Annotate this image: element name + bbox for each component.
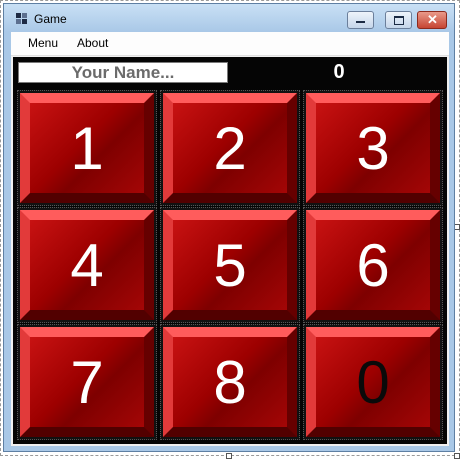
tile-6[interactable]: 6 <box>303 207 443 323</box>
game-panel: 0 1 2 3 4 <box>13 57 447 444</box>
app-icon <box>16 13 27 24</box>
tile-number: 0 <box>356 348 390 416</box>
minimize-button[interactable] <box>347 11 374 29</box>
tile-8[interactable]: 8 <box>160 324 300 440</box>
maximize-button[interactable] <box>385 11 412 29</box>
tile-number: 5 <box>213 231 247 299</box>
player-name-input[interactable] <box>18 62 228 83</box>
menu-bar: Menu About <box>11 32 449 56</box>
title-bar[interactable]: Game ✕ <box>4 4 454 32</box>
client-area: Menu About 0 1 2 3 <box>11 32 449 446</box>
tile-3[interactable]: 3 <box>303 90 443 206</box>
tile-1[interactable]: 1 <box>17 90 157 206</box>
menu-item-menu[interactable]: Menu <box>28 36 58 50</box>
tile-4[interactable]: 4 <box>17 207 157 323</box>
maximize-icon <box>394 16 404 25</box>
tile-5[interactable]: 5 <box>160 207 300 323</box>
tile-0-empty[interactable]: 0 <box>303 324 443 440</box>
close-icon: ✕ <box>427 12 438 27</box>
menu-item-about[interactable]: About <box>77 36 108 50</box>
tile-number: 1 <box>70 114 104 182</box>
resize-grip-bottom[interactable] <box>226 453 232 459</box>
tile-number: 8 <box>213 348 247 416</box>
tile-number: 6 <box>356 231 390 299</box>
close-button[interactable]: ✕ <box>417 11 447 29</box>
tile-number: 7 <box>70 348 104 416</box>
tile-number: 2 <box>213 114 247 182</box>
minimize-icon <box>356 21 365 23</box>
score-display: 0 <box>333 61 345 83</box>
window-title: Game <box>34 12 67 26</box>
resize-grip-corner[interactable] <box>454 453 460 459</box>
tile-7[interactable]: 7 <box>17 324 157 440</box>
game-window: Game ✕ Menu About 0 1 2 <box>3 3 455 452</box>
tile-2[interactable]: 2 <box>160 90 300 206</box>
tile-number: 4 <box>70 231 104 299</box>
puzzle-board: 1 2 3 4 5 6 7 8 0 <box>17 90 445 442</box>
tile-number: 3 <box>356 114 390 182</box>
